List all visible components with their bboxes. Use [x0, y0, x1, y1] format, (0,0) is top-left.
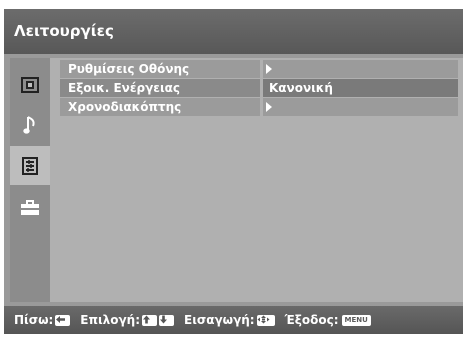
enter-key-icon	[256, 314, 275, 326]
menu-row-value: Κανονική	[263, 79, 458, 97]
sidebar-item-sound[interactable]	[10, 105, 50, 144]
category-sidebar	[10, 58, 50, 302]
exit-hint-label: Έξοδος:	[284, 313, 339, 327]
menu-row-value	[263, 60, 458, 78]
menu-title: Λειτουργίες	[4, 9, 463, 54]
key-hints-bar: Πίσω: Επιλογή: Εισαγωγή: Έξοδος: MENU	[4, 306, 463, 334]
submenu-arrow-icon	[266, 64, 272, 74]
menu-row-picture-settings[interactable]: Ρυθμίσεις Οθόνης	[55, 60, 458, 78]
sidebar-item-features[interactable]	[10, 146, 50, 185]
toolbox-icon	[20, 199, 40, 216]
picture-icon	[21, 76, 39, 93]
enter-hint-label: Εισαγωγή:	[184, 313, 255, 327]
menu-row-timer[interactable]: Χρονοδιακόπτης	[55, 98, 458, 116]
submenu-arrow-icon	[266, 102, 272, 112]
left-arrow-key-icon	[55, 314, 71, 326]
down-arrow-key-icon	[159, 314, 175, 326]
menu-content: Ρυθμίσεις Οθόνης Εξοικ. Ενέργειας Κανονι…	[50, 58, 463, 302]
sidebar-item-setup[interactable]	[10, 188, 50, 227]
menu-key-icon: MENU	[341, 314, 371, 326]
menu-row-label: Εξοικ. Ενέργειας	[60, 79, 260, 97]
settings-menu: Λειτουργίες Ρυθμίσεις Οθόνης Εξοικ. Ενέρ…	[4, 9, 463, 334]
menu-row-energy-saving[interactable]: Εξοικ. Ενέργειας Κανονική	[55, 79, 458, 97]
menu-row-value	[263, 98, 458, 116]
music-note-icon	[23, 115, 37, 135]
menu-row-label: Ρυθμίσεις Οθόνης	[60, 60, 260, 78]
up-arrow-key-icon	[142, 314, 158, 326]
features-icon	[22, 156, 38, 175]
sidebar-item-picture[interactable]	[10, 65, 50, 104]
select-hint-label: Επιλογή:	[80, 313, 141, 327]
back-hint-label: Πίσω:	[14, 313, 54, 327]
menu-row-label: Χρονοδιακόπτης	[60, 98, 260, 116]
